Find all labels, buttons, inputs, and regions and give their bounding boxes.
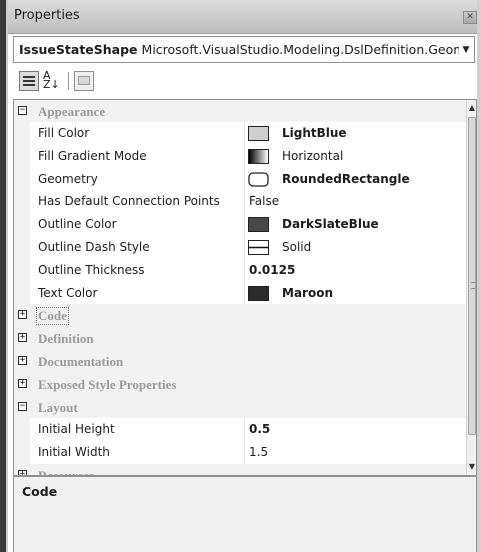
property-row-geometry[interactable]: Geometry RoundedRectangle (14, 167, 476, 191)
property-row-fill-color[interactable]: Fill Color LightBlue (14, 122, 476, 145)
property-value[interactable]: Maroon (282, 286, 333, 300)
window-title: Properties (14, 8, 80, 23)
property-row-fill-gradient-mode[interactable]: Fill Gradient Mode Horizontal (14, 144, 476, 168)
color-swatch (248, 285, 269, 301)
properties-toolbar: A Z↓ (13, 66, 475, 96)
property-value[interactable]: 0.5 (249, 422, 270, 436)
category-code[interactable]: + Code (14, 304, 476, 328)
window-edge-gap (6, 0, 8, 552)
category-exposed-style-properties[interactable]: + Exposed Style Properties (14, 372, 476, 396)
description-panel: Code (13, 476, 477, 552)
property-value[interactable]: False (249, 194, 279, 208)
scroll-up-icon[interactable]: ▲ (467, 102, 476, 114)
categorized-icon[interactable] (19, 71, 39, 91)
collapse-icon[interactable]: − (18, 106, 27, 115)
property-value[interactable]: DarkSlateBlue (282, 217, 379, 231)
color-swatch (248, 217, 269, 233)
property-name: Outline Dash Style (38, 239, 150, 254)
category-label: Code (36, 307, 69, 326)
grip-icon (471, 282, 475, 289)
category-label: Exposed Style Properties (38, 376, 177, 392)
property-value[interactable]: RoundedRectangle (282, 172, 410, 186)
window-right-frame (477, 0, 481, 552)
property-row-initial-height[interactable]: Initial Height 0.5 (14, 418, 476, 442)
property-value[interactable]: Horizontal (282, 149, 343, 163)
object-selector-text: IssueStateShape Microsoft.VisualStudio.M… (19, 42, 459, 57)
object-type: Microsoft.VisualStudio.Modeling.DslDefin… (141, 42, 459, 57)
property-row-outline-dash-style[interactable]: Outline Dash Style Solid (14, 235, 476, 259)
expand-icon[interactable]: + (18, 310, 27, 320)
property-pages-icon[interactable] (74, 71, 94, 91)
property-row-text-color[interactable]: Text Color Maroon (14, 281, 476, 305)
property-name: Initial Height (38, 422, 115, 437)
category-definition[interactable]: + Definition (14, 327, 476, 350)
category-appearance[interactable]: − Appearance (14, 100, 476, 122)
property-name: Has Default Connection Points (38, 194, 220, 209)
close-icon[interactable]: ✕ (463, 11, 477, 24)
object-selector[interactable]: IssueStateShape Microsoft.VisualStudio.M… (13, 36, 475, 63)
property-name: Fill Gradient Mode (38, 148, 147, 163)
description-title: Code (22, 484, 58, 499)
title-bar[interactable]: Properties ✕ (8, 0, 477, 34)
collapse-icon[interactable]: − (18, 401, 27, 411)
vertical-scrollbar[interactable]: ▲ ▼ (466, 100, 476, 475)
scrollbar-thumb[interactable] (468, 117, 476, 435)
scroll-down-icon[interactable]: ▼ (467, 461, 476, 473)
property-row-outline-thickness[interactable]: Outline Thickness 0.0125 (14, 258, 476, 282)
category-label: Layout (38, 399, 78, 415)
property-value[interactable]: Solid (282, 240, 311, 254)
rounded-rectangle-icon (248, 171, 269, 187)
property-value[interactable]: 1.5 (249, 445, 268, 459)
property-grid: − Appearance Fill Color LightBlue Fill G… (13, 99, 477, 476)
expand-icon[interactable]: + (18, 378, 27, 388)
properties-window: Properties ✕ IssueStateShape Microsoft.V… (0, 0, 481, 552)
property-value[interactable]: LightBlue (282, 126, 347, 140)
property-name: Geometry (38, 171, 98, 186)
property-name: Outline Thickness (38, 262, 145, 277)
gradient-swatch (248, 148, 269, 164)
category-label: Resources (38, 467, 95, 476)
category-label: Documentation (38, 353, 124, 369)
expand-icon[interactable]: + (18, 333, 27, 343)
category-label: Definition (38, 331, 94, 347)
toolbar-separator (68, 72, 69, 90)
property-name: Outline Color (38, 217, 117, 232)
property-value[interactable]: 0.0125 (249, 263, 295, 277)
property-name: Text Color (38, 285, 98, 300)
alphabetical-sort-bottom: Z↓ (43, 78, 60, 91)
color-swatch (248, 126, 269, 141)
category-layout[interactable]: − Layout (14, 395, 476, 419)
alphabetical-sort-icon[interactable]: A Z↓ (43, 70, 63, 91)
property-name: Initial Width (38, 445, 110, 460)
object-name: IssueStateShape (19, 42, 138, 57)
property-row-default-connection-points[interactable]: Has Default Connection Points False (14, 190, 476, 214)
expand-icon[interactable]: + (18, 355, 27, 365)
solid-line-icon (248, 239, 269, 255)
property-row-outline-color[interactable]: Outline Color DarkSlateBlue (14, 213, 476, 236)
category-label: Appearance (38, 104, 106, 119)
property-name: Fill Color (38, 126, 90, 140)
category-resources[interactable]: + Resources (14, 463, 476, 476)
chevron-down-icon[interactable]: ▼ (460, 43, 472, 57)
category-documentation[interactable]: + Documentation (14, 349, 476, 373)
property-row-initial-width[interactable]: Initial Width 1.5 (14, 441, 476, 464)
